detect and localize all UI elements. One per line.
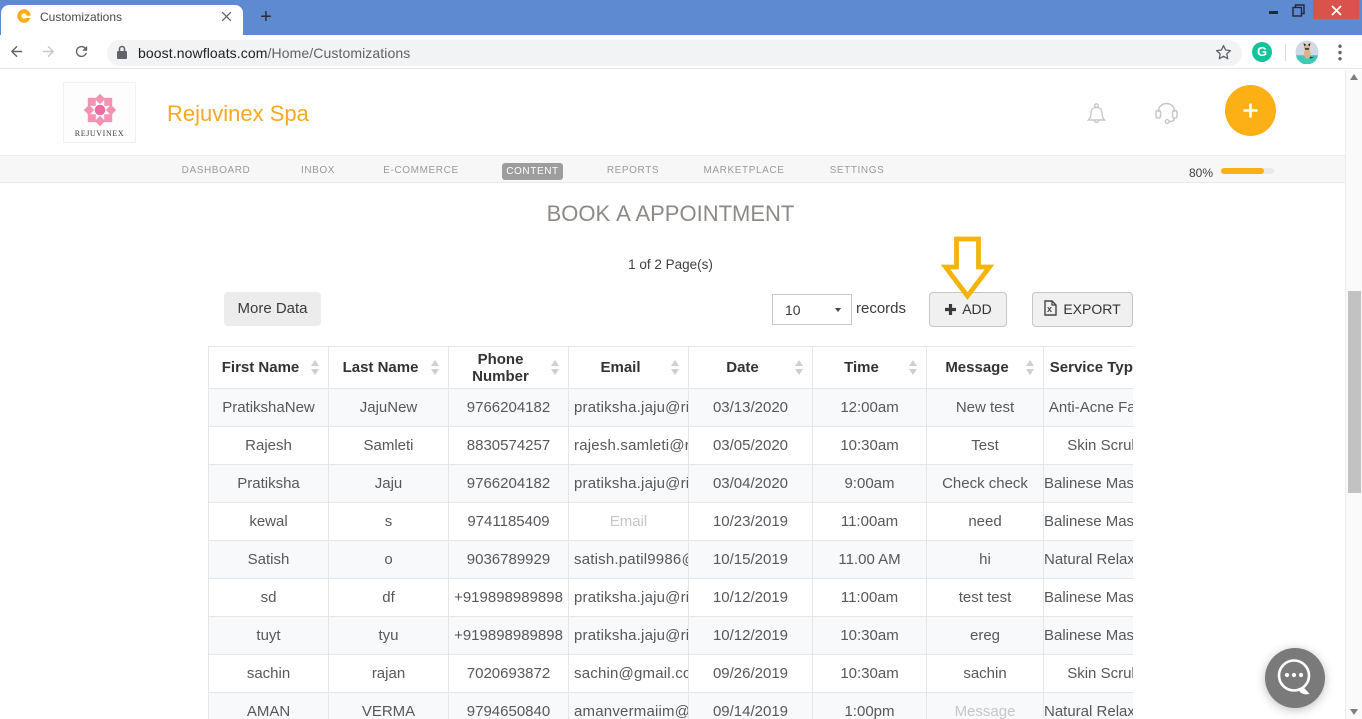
- svg-text:x: x: [1047, 304, 1052, 314]
